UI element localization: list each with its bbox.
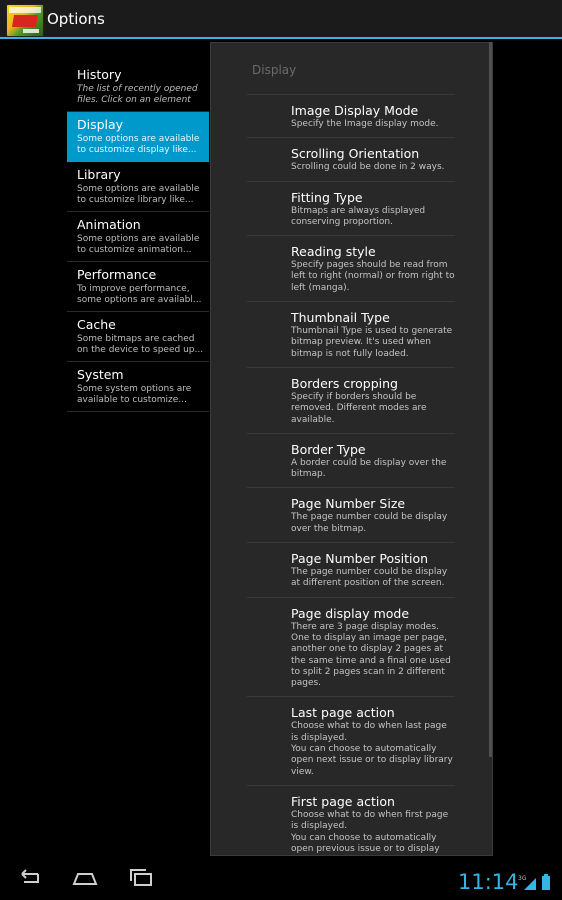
header-title: Cache bbox=[77, 317, 116, 332]
header-summary: Some options are available to customize … bbox=[77, 134, 200, 155]
scrollbar[interactable] bbox=[489, 42, 492, 757]
header-title: History bbox=[77, 67, 122, 82]
preference-summary: Scrolling could be done in 2 ways. bbox=[291, 162, 445, 173]
network-type-text: 3G bbox=[518, 875, 527, 882]
header-title: Performance bbox=[77, 267, 157, 282]
settings-headers-list: History The list of recently opened files… bbox=[67, 62, 209, 412]
preference-item[interactable]: Page Number Position The page number coul… bbox=[247, 543, 455, 598]
preference-summary: The page number could be display over th… bbox=[291, 512, 448, 534]
header-summary: Some system options are available to cus… bbox=[77, 384, 192, 405]
preference-summary: Specify pages should be read from left t… bbox=[291, 260, 455, 293]
category-title: Display bbox=[252, 63, 297, 77]
header-title: Library bbox=[77, 167, 121, 182]
preference-item[interactable]: Thumbnail Type Thumbnail Type is used to … bbox=[247, 302, 455, 368]
preference-summary: Thumbnail Type is used to generate bitma… bbox=[291, 326, 453, 359]
header-title: Display bbox=[77, 117, 124, 132]
preference-title: Page display mode bbox=[291, 605, 410, 621]
preference-title: Page Number Position bbox=[291, 551, 429, 567]
display-preferences-panel: Display Image Display Mode Specify the Im… bbox=[210, 42, 493, 856]
preference-title: Last page action bbox=[291, 705, 395, 721]
preference-title: Borders cropping bbox=[291, 375, 398, 391]
preference-summary: Specify the Image display mode. bbox=[291, 119, 439, 129]
back-icon[interactable] bbox=[14, 866, 44, 890]
app-logo-icon[interactable] bbox=[6, 4, 44, 37]
header-title: Animation bbox=[77, 217, 141, 232]
preference-item[interactable]: Reading style Specify pages should be rea… bbox=[247, 236, 455, 303]
action-bar: Options bbox=[0, 0, 562, 39]
preference-item[interactable]: Border Type A border could be display ove… bbox=[247, 434, 455, 489]
header-item-system[interactable]: System Some system options are available … bbox=[67, 362, 209, 412]
home-icon[interactable] bbox=[70, 866, 100, 890]
preference-item[interactable]: Fitting Type Bitmaps are always displayed… bbox=[247, 182, 455, 237]
preference-item[interactable]: Page Number Size The page number could be… bbox=[247, 488, 455, 544]
preference-item[interactable]: First page action Choose what to do when … bbox=[247, 786, 455, 855]
preference-summary: Specify if borders should be removed. Di… bbox=[291, 391, 427, 425]
preference-item[interactable]: Borders cropping Specify if borders shoul… bbox=[247, 368, 455, 434]
recent-apps-icon[interactable] bbox=[126, 866, 156, 890]
preference-title: Reading style bbox=[291, 244, 376, 260]
header-item-cache[interactable]: Cache Some bitmaps are cached on the devi… bbox=[67, 312, 209, 362]
clock: 11:14 bbox=[458, 870, 519, 894]
header-summary: The list of recently opened files. Click… bbox=[77, 84, 198, 105]
preferences-list: Image Display Mode Specify the Image disp… bbox=[247, 95, 455, 855]
preference-title: Fitting Type bbox=[291, 189, 363, 205]
header-item-history[interactable]: History The list of recently opened files… bbox=[67, 62, 209, 112]
header-title: System bbox=[77, 367, 124, 382]
header-item-performance[interactable]: Performance To improve performance, some … bbox=[67, 262, 209, 312]
header-summary: Some options are available to customize … bbox=[77, 184, 200, 205]
preference-summary: Bitmaps are always displayed conserving … bbox=[291, 205, 426, 227]
header-item-animation[interactable]: Animation Some options are available to c… bbox=[67, 212, 209, 262]
preference-item[interactable]: Scrolling Orientation Scrolling could be … bbox=[247, 138, 455, 182]
preference-title: First page action bbox=[291, 793, 395, 809]
preference-item[interactable]: Page display mode There are 3 page displa… bbox=[247, 598, 455, 698]
preference-item[interactable]: Image Display Mode Specify the Image disp… bbox=[247, 95, 455, 139]
header-summary: Some bitmaps are cached on the device to… bbox=[77, 334, 204, 355]
header-summary: Some options are available to customize … bbox=[77, 234, 200, 255]
preference-summary: The page number could be display at diff… bbox=[291, 567, 448, 589]
preference-item[interactable]: Last page action Choose what to do when l… bbox=[247, 697, 455, 786]
preference-title: Page Number Size bbox=[291, 496, 406, 512]
preference-summary: There are 3 page display modes. One to d… bbox=[291, 621, 451, 689]
preference-summary: A border could be display over the bitma… bbox=[291, 457, 447, 480]
preference-title: Scrolling Orientation bbox=[291, 146, 420, 162]
header-summary: To improve performance, some options are… bbox=[77, 284, 202, 305]
header-item-library[interactable]: Library Some options are available to cus… bbox=[67, 162, 209, 212]
preference-summary: Choose what to do when last page is disp… bbox=[291, 721, 453, 777]
preference-title: Thumbnail Type bbox=[291, 310, 390, 326]
page-title: Options bbox=[47, 10, 105, 28]
header-item-display[interactable]: Display Some options are available to cus… bbox=[67, 112, 209, 162]
signal-battery-icon: 3G bbox=[518, 874, 550, 890]
preference-title: Image Display Mode bbox=[291, 103, 419, 118]
preference-summary: Choose what to do when first page is dis… bbox=[291, 809, 449, 854]
preference-title: Border Type bbox=[291, 441, 366, 457]
